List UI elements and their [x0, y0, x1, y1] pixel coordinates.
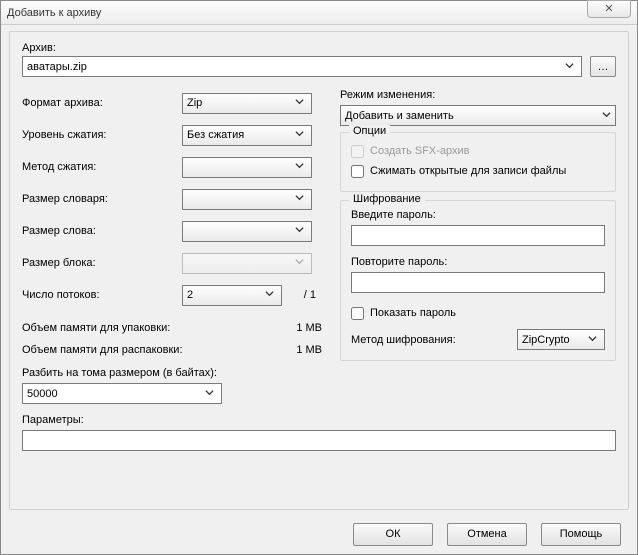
method-label: Метод сжатия: [22, 161, 182, 173]
close-button[interactable]: ✕ [587, 0, 631, 18]
options-group: Опции Создать SFX-архив Сжимать открытые… [340, 132, 616, 192]
mem-unpack-value: 1 MB [296, 344, 322, 356]
chevron-down-icon [262, 289, 277, 301]
titlebar: Добавить к архиву ✕ [1, 1, 637, 25]
content-panel: Архив: аватары.zip … Формат архива: Zip … [9, 31, 629, 510]
split-combo[interactable]: 50000 [22, 383, 222, 404]
right-column: Режим изменения: Добавить и заменить Опц… [340, 89, 616, 404]
threads-select[interactable]: 2 [182, 285, 282, 306]
dialog-window: Добавить к архиву ✕ Архив: аватары.zip …… [0, 0, 638, 555]
chevron-down-icon [292, 129, 307, 141]
dict-select[interactable] [182, 189, 312, 210]
word-select[interactable] [182, 221, 312, 242]
window-title: Добавить к архиву [7, 7, 587, 19]
mode-select[interactable]: Добавить и заменить [340, 105, 616, 126]
enc-method-select[interactable]: ZipCrypto [517, 329, 605, 350]
open-shared-checkbox[interactable]: Сжимать открытые для записи файлы [351, 161, 605, 181]
password2-label: Повторите пароль: [351, 256, 605, 268]
password-input[interactable] [351, 225, 605, 246]
chevron-down-icon [292, 161, 307, 173]
mem-pack-label: Объем памяти для упаковки: [22, 322, 170, 334]
sfx-checkbox-input [351, 145, 364, 158]
show-password-checkbox[interactable]: Показать пароль [351, 303, 605, 323]
encryption-legend: Шифрование [349, 193, 425, 205]
password2-input[interactable] [351, 272, 605, 293]
open-shared-checkbox-input[interactable] [351, 165, 364, 178]
word-label: Размер слова: [22, 225, 182, 237]
block-select [182, 253, 312, 274]
cancel-button[interactable]: Отмена [447, 523, 527, 546]
split-value: 50000 [27, 388, 58, 400]
archive-label: Архив: [22, 42, 616, 54]
archive-path-value: аватары.zip [27, 61, 87, 73]
options-legend: Опции [349, 125, 390, 137]
level-select[interactable]: Без сжатия [182, 125, 312, 146]
mem-pack-value: 1 MB [296, 322, 322, 334]
ellipsis-icon: … [598, 61, 609, 73]
params-label: Параметры: [22, 414, 616, 426]
block-label: Размер блока: [22, 257, 182, 269]
format-label: Формат архива: [22, 97, 182, 109]
footer: ОК Отмена Помощь [1, 514, 637, 554]
mem-unpack-label: Объем памяти для распаковки: [22, 344, 183, 356]
chevron-down-icon [602, 110, 611, 122]
chevron-down-icon [292, 225, 307, 237]
archive-path-combo[interactable]: аватары.zip [22, 56, 582, 77]
chevron-down-icon [292, 257, 307, 269]
threads-label: Число потоков: [22, 289, 182, 301]
left-column: Формат архива: Zip Уровень сжатия: Без с… [22, 89, 322, 404]
enc-method-label: Метод шифрования: [351, 334, 507, 346]
method-select[interactable] [182, 157, 312, 178]
encryption-group: Шифрование Введите пароль: Повторите пар… [340, 200, 616, 361]
chevron-down-icon [562, 61, 577, 73]
help-button[interactable]: Помощь [541, 523, 621, 546]
params-section: Параметры: [22, 414, 616, 451]
format-select[interactable]: Zip [182, 93, 312, 114]
sfx-checkbox: Создать SFX-архив [351, 141, 605, 161]
browse-button[interactable]: … [590, 56, 616, 77]
params-input[interactable] [22, 430, 616, 451]
dict-label: Размер словаря: [22, 193, 182, 205]
password-label: Введите пароль: [351, 209, 605, 221]
show-password-checkbox-input[interactable] [351, 307, 364, 320]
chevron-down-icon [202, 388, 217, 400]
chevron-down-icon [585, 334, 600, 346]
mode-label: Режим изменения: [340, 89, 616, 101]
threads-max: / 1 [304, 289, 322, 301]
chevron-down-icon [292, 97, 307, 109]
chevron-down-icon [292, 193, 307, 205]
ok-button[interactable]: ОК [353, 523, 433, 546]
level-label: Уровень сжатия: [22, 129, 182, 141]
close-icon: ✕ [604, 2, 613, 15]
split-label: Разбить на тома размером (в байтах): [22, 367, 322, 379]
